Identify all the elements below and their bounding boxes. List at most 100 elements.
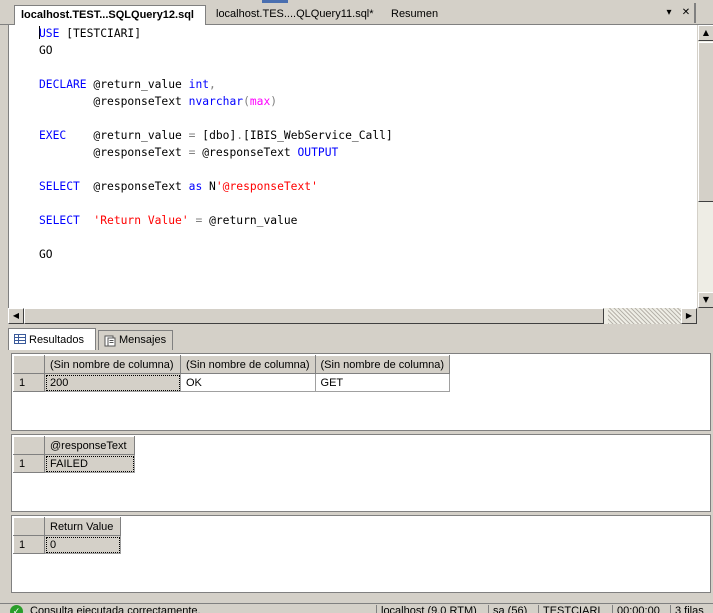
tab-sqlquery11[interactable]: localhost.TES....QLQuery11.sql* xyxy=(210,6,380,25)
code-token: GO xyxy=(39,44,53,57)
results-panel: (Sin nombre de columna) (Sin nombre de c… xyxy=(8,350,713,603)
result-grid-2[interactable]: @responseText 1 FAILED xyxy=(11,434,711,512)
column-header[interactable]: @responseText xyxy=(44,436,135,455)
code-token: @return_value xyxy=(86,78,189,91)
table-row: 1 FAILED xyxy=(13,454,135,473)
tab-strip-edge xyxy=(694,3,696,23)
code-token: , xyxy=(209,78,216,91)
code-token: [dbo] xyxy=(195,129,237,142)
editor-horizontal-scrollbar[interactable]: ◀ ▶ xyxy=(8,308,697,324)
code-token: '@responseText' xyxy=(215,180,318,193)
code-line[interactable] xyxy=(39,195,393,212)
code-line[interactable]: SELECT @responseText as N'@responseText' xyxy=(39,178,393,195)
results-tab-strip: Resultados Mensajes xyxy=(0,328,713,350)
scroll-left-icon[interactable]: ◀ xyxy=(8,308,24,324)
grid-cell[interactable]: 200 xyxy=(44,373,181,392)
code-line[interactable]: @responseText nvarchar(max) xyxy=(39,93,393,110)
code-token: ( xyxy=(243,95,250,108)
row-header[interactable]: 1 xyxy=(13,454,45,473)
scroll-track-hatch xyxy=(608,308,681,324)
code-line[interactable] xyxy=(39,229,393,246)
sql-code[interactable]: USE [TESTCIARI] GO DECLARE @return_value i… xyxy=(39,25,393,263)
status-message: Consulta ejecutada correctamente. xyxy=(30,605,201,613)
code-token: @responseText xyxy=(39,95,189,108)
query-editor[interactable]: USE [TESTCIARI] GO DECLARE @return_value i… xyxy=(8,25,697,308)
toolbar-highlight xyxy=(262,0,288,3)
horizontal-scroll-thumb[interactable] xyxy=(24,308,604,324)
code-token: 'Return Value' xyxy=(93,214,189,227)
code-token: SELECT xyxy=(39,180,80,193)
code-token: @responseText xyxy=(79,180,189,193)
result-grid-3[interactable]: Return Value 1 0 xyxy=(11,515,711,593)
grid-cell[interactable]: 0 xyxy=(44,535,121,554)
document-tab-strip: localhost.TEST...SQLQuery12.sql localhos… xyxy=(0,0,713,26)
code-token: [IBIS_WebService_Call] xyxy=(243,129,393,142)
code-line[interactable]: GO xyxy=(39,246,393,263)
close-tab-icon[interactable]: ✕ xyxy=(679,6,693,20)
status-time: 00:00:00 xyxy=(612,605,660,613)
status-bar: ✓ Consulta ejecutada correctamente. loca… xyxy=(0,603,713,613)
code-token: @return_value xyxy=(202,214,298,227)
grid-corner[interactable] xyxy=(13,517,45,536)
code-token: ) xyxy=(270,95,278,108)
tab-resultados-label: Resultados xyxy=(29,334,85,346)
code-token: GO xyxy=(39,248,53,261)
result-grid-1[interactable]: (Sin nombre de columna) (Sin nombre de c… xyxy=(11,353,711,431)
status-database: TESTCIARI xyxy=(538,605,600,613)
vertical-scroll-thumb[interactable] xyxy=(698,42,713,202)
grid-cell[interactable]: FAILED xyxy=(44,454,135,473)
code-token: @return_value xyxy=(66,129,189,142)
editor-gutter xyxy=(9,25,24,308)
grid-corner[interactable] xyxy=(13,355,45,374)
column-header[interactable]: (Sin nombre de columna) xyxy=(314,355,451,374)
code-line[interactable]: SELECT 'Return Value' = @return_value xyxy=(39,212,393,229)
row-header[interactable]: 1 xyxy=(13,535,45,554)
code-line[interactable]: EXEC @return_value = [dbo].[IBIS_WebServ… xyxy=(39,127,393,144)
code-token: int xyxy=(188,78,210,91)
code-line[interactable]: GO xyxy=(39,42,393,59)
status-rows: 3 filas xyxy=(670,605,704,613)
code-token: OUTPUT xyxy=(297,146,339,159)
code-token: USE xyxy=(39,27,60,40)
editor-vertical-scrollbar[interactable]: ▲ ▼ xyxy=(697,25,713,308)
tab-resultados[interactable]: Resultados xyxy=(8,328,96,350)
tab-resumen[interactable]: Resumen xyxy=(385,6,444,25)
code-token: SELECT xyxy=(39,214,80,227)
code-line[interactable] xyxy=(39,110,393,127)
scroll-down-icon[interactable]: ▼ xyxy=(698,292,713,308)
tab-mensajes-label: Mensajes xyxy=(119,334,167,346)
code-token: nvarchar xyxy=(188,95,244,108)
code-line[interactable] xyxy=(39,161,393,178)
table-row: 1 200 OK GET xyxy=(13,373,451,392)
grid-cell[interactable]: OK xyxy=(180,373,316,392)
code-line[interactable]: USE [TESTCIARI] xyxy=(39,25,393,42)
tab-mensajes[interactable]: Mensajes xyxy=(98,330,173,350)
code-line[interactable]: @responseText = @responseText OUTPUT xyxy=(39,144,393,161)
row-header[interactable]: 1 xyxy=(13,373,45,392)
column-header[interactable]: (Sin nombre de columna) xyxy=(44,355,181,374)
tab-sqlquery12[interactable]: localhost.TEST...SQLQuery12.sql xyxy=(14,5,206,26)
code-token: N xyxy=(202,180,216,193)
scroll-right-icon[interactable]: ▶ xyxy=(681,308,697,324)
grid-icon xyxy=(14,334,26,344)
status-server: localhost (9.0 RTM) xyxy=(376,605,477,613)
code-token: @responseText xyxy=(195,146,298,159)
grid-corner[interactable] xyxy=(13,436,45,455)
status-user: sa (56) xyxy=(488,605,527,613)
column-header[interactable]: (Sin nombre de columna) xyxy=(180,355,316,374)
column-header[interactable]: Return Value xyxy=(44,517,121,536)
success-check-icon: ✓ xyxy=(10,605,23,613)
code-token: as xyxy=(188,180,203,193)
code-token: EXEC xyxy=(39,129,67,142)
messages-icon xyxy=(104,335,116,347)
code-token: max xyxy=(249,95,271,108)
code-line[interactable] xyxy=(39,59,393,76)
code-token: DECLARE xyxy=(39,78,87,91)
code-token: @responseText xyxy=(39,146,189,159)
code-line[interactable]: DECLARE @return_value int, xyxy=(39,76,393,93)
table-row: 1 0 xyxy=(13,535,121,554)
window-position-icon[interactable]: ▾ xyxy=(662,6,676,20)
grid-cell[interactable]: GET xyxy=(314,373,451,392)
scroll-up-icon[interactable]: ▲ xyxy=(698,25,713,41)
